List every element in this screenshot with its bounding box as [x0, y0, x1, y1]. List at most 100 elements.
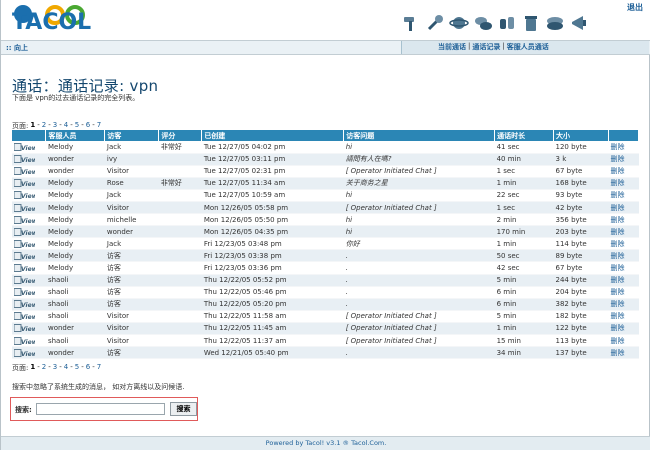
view-transcript-icon[interactable]: View: [14, 251, 35, 260]
view-transcript-icon[interactable]: View: [14, 324, 35, 333]
nav-bar: :: 向上 当前通话 | 通话记录 | 客服人员通话: [1, 40, 650, 55]
view-transcript-icon[interactable]: View: [14, 300, 35, 309]
view-transcript-icon[interactable]: View: [14, 227, 35, 236]
actions-cell: 删除: [608, 346, 639, 360]
rating-cell: 非常好: [158, 141, 202, 154]
delete-link[interactable]: 删除: [610, 264, 624, 272]
delete-link[interactable]: 删除: [610, 228, 624, 236]
pager-page-link[interactable]: 5: [75, 363, 79, 373]
view-label: View: [21, 290, 35, 296]
operator-cell: Melody: [45, 213, 105, 227]
header: TACOL 退出: [1, 0, 650, 42]
question-cell: .: [343, 249, 495, 263]
view-cell: View: [12, 141, 46, 154]
delete-link[interactable]: 删除: [610, 155, 624, 163]
trash-icon[interactable]: [521, 13, 541, 33]
col-header-duration: 通话时长: [494, 130, 555, 141]
visitor-cell: 访客: [104, 274, 159, 287]
duration-cell: 40 min: [494, 153, 554, 166]
wrench-icon[interactable]: [425, 13, 445, 33]
pager-page-link[interactable]: 7: [97, 363, 101, 373]
view-transcript-icon[interactable]: View: [14, 155, 35, 164]
search-input[interactable]: [36, 403, 165, 415]
pager-page-link[interactable]: 2: [42, 363, 46, 373]
delete-link[interactable]: 删除: [610, 252, 624, 260]
view-transcript-icon[interactable]: View: [14, 288, 35, 297]
delete-link[interactable]: 删除: [610, 300, 624, 308]
logout-link[interactable]: 退出: [627, 2, 643, 13]
question-cell: hi: [343, 141, 495, 154]
question-cell: [ Operator Initiated Chat ]: [343, 201, 495, 215]
view-transcript-icon[interactable]: View: [14, 276, 35, 285]
view-cell: View: [12, 322, 46, 336]
operator-cell: shaoli: [45, 334, 105, 348]
actions-cell: 删除: [608, 189, 639, 202]
size-cell: 113 byte: [553, 334, 609, 348]
size-cell: 3 k: [553, 153, 609, 166]
view-transcript-icon[interactable]: View: [14, 263, 35, 272]
pager-page-link[interactable]: 6: [86, 363, 90, 373]
delete-link[interactable]: 删除: [610, 167, 624, 175]
pager-page-link[interactable]: 4: [64, 363, 68, 373]
view-transcript-icon[interactable]: View: [14, 312, 35, 321]
delete-link[interactable]: 删除: [610, 240, 624, 248]
view-transcript-icon[interactable]: View: [14, 203, 35, 212]
nav-links: 当前通话 | 通话记录 | 客服人员通话: [438, 42, 549, 52]
delete-link[interactable]: 删除: [610, 337, 624, 345]
delete-link[interactable]: 删除: [610, 324, 624, 332]
delete-link[interactable]: 删除: [610, 216, 624, 224]
cups-icon[interactable]: [497, 13, 517, 33]
pager-page-link[interactable]: 3: [53, 363, 57, 373]
view-cell: View: [12, 189, 46, 202]
table-row: View shaoli访客 Thu 12/22/05 05:46 pm.6 min2…: [12, 286, 639, 299]
question-cell: [ Operator Initiated Chat ]: [343, 310, 495, 323]
delete-link[interactable]: 删除: [610, 349, 624, 357]
delete-link[interactable]: 删除: [610, 288, 624, 296]
delete-link[interactable]: 删除: [610, 179, 624, 187]
view-transcript-icon[interactable]: View: [14, 191, 35, 200]
view-transcript-icon[interactable]: View: [14, 336, 35, 345]
nav-operator-chats[interactable]: 客服人员通话: [507, 42, 549, 52]
view-label: View: [21, 169, 35, 175]
hammer-icon[interactable]: [401, 13, 421, 33]
view-transcript-icon[interactable]: View: [14, 239, 35, 248]
view-transcript-icon[interactable]: View: [14, 215, 35, 224]
operator-cell: shaoli: [45, 298, 105, 311]
created-cell: Thu 12/22/05 05:46 pm: [201, 286, 344, 299]
actions-cell: 删除: [608, 201, 639, 215]
duration-cell: 15 min: [494, 334, 554, 348]
created-cell: Wed 12/21/05 05:40 pm: [201, 346, 344, 360]
delete-link[interactable]: 删除: [610, 191, 624, 199]
boxes-icon[interactable]: [545, 13, 565, 33]
delete-link[interactable]: 删除: [610, 276, 624, 284]
app-frame: TACOL 退出:: 向上 当前通话 | 通话记录 | 客服人员通话 通话：通…: [0, 0, 650, 450]
nav-separator: |: [502, 42, 505, 50]
size-cell: 67 byte: [553, 165, 609, 178]
view-label: View: [21, 266, 35, 272]
chat-bubbles-icon[interactable]: [473, 13, 493, 33]
megaphone-icon[interactable]: [569, 13, 589, 33]
visitor-cell: Jack: [104, 237, 159, 251]
delete-link[interactable]: 删除: [610, 143, 624, 151]
delete-link[interactable]: 删除: [610, 204, 624, 212]
duration-cell: 170 min: [494, 225, 554, 239]
up-link[interactable]: :: 向上: [6, 43, 28, 53]
created-cell: Fri 12/23/05 03:48 pm: [201, 237, 344, 251]
nav-current-chats[interactable]: 当前通话: [438, 42, 466, 52]
nav-chat-history[interactable]: 通话记录: [472, 42, 500, 52]
size-cell: 137 byte: [553, 346, 609, 360]
view-transcript-icon[interactable]: View: [14, 167, 35, 176]
actions-cell: 删除: [608, 237, 639, 251]
planet-icon[interactable]: [449, 13, 469, 33]
view-transcript-icon[interactable]: View: [14, 142, 35, 151]
view-transcript-icon[interactable]: View: [14, 348, 35, 357]
view-transcript-icon[interactable]: View: [14, 179, 35, 188]
delete-link[interactable]: 删除: [610, 312, 624, 320]
visitor-cell: 访客: [104, 298, 159, 311]
duration-cell: 6 min: [494, 298, 554, 311]
created-cell: Thu 12/22/05 11:58 am: [201, 310, 344, 323]
operator-cell: Melody: [45, 225, 105, 239]
created-cell: Thu 12/22/05 11:45 am: [201, 322, 344, 336]
search-button[interactable]: 搜索: [170, 402, 197, 416]
view-label: View: [21, 242, 35, 248]
